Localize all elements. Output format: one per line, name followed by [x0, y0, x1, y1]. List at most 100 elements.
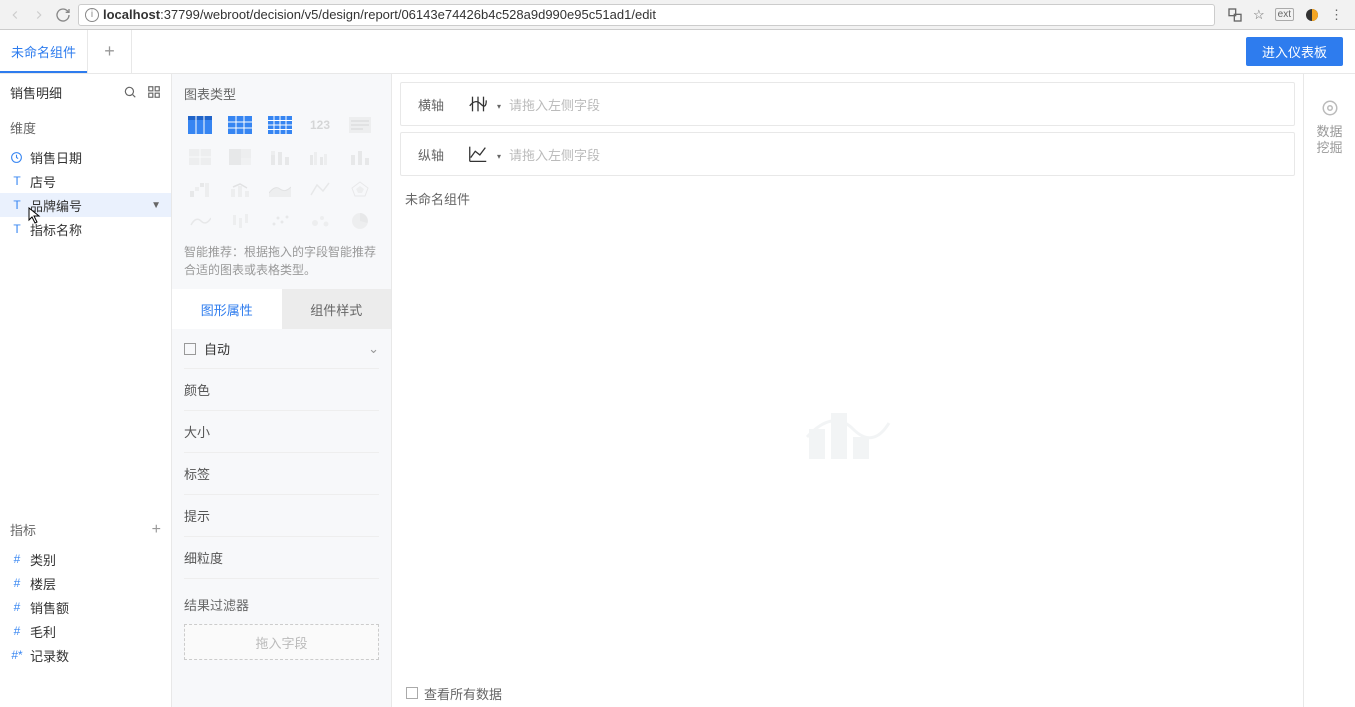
nav-forward-icon[interactable] [30, 6, 48, 24]
metric-field-row[interactable]: # 毛利 [0, 619, 171, 643]
mining-icon [1320, 98, 1340, 118]
metric-field-row[interactable]: # 楼层 [0, 571, 171, 595]
chart-type-bar-icon[interactable] [344, 145, 376, 169]
bookmark-star-icon[interactable]: ☆ [1253, 7, 1265, 23]
x-axis-drop-hint: 请拖入左侧字段 [495, 95, 1294, 114]
extension-icon[interactable]: ext [1275, 8, 1294, 21]
result-filter-dropzone[interactable]: 拖入字段 [184, 624, 379, 660]
field-label: 店号 [30, 172, 56, 191]
number-type-icon: # [10, 576, 24, 590]
chart-type-radar-icon[interactable] [344, 177, 376, 201]
dim-field-row[interactable]: T 指标名称 [0, 217, 171, 241]
chart-type-multi-bar-icon[interactable] [304, 145, 336, 169]
tab-component-style[interactable]: 组件样式 [282, 289, 392, 329]
prop-tooltip[interactable]: 提示 [184, 495, 379, 537]
field-label: 毛利 [30, 622, 56, 641]
metric-section-header: 指标 + [0, 512, 171, 547]
chart-type-hint: 智能推荐：根据拖入的字段智能推荐合适的图表或表格类型。 [172, 233, 391, 289]
chart-type-text-icon[interactable] [344, 113, 376, 137]
field-dropdown-caret-icon[interactable]: ▼ [151, 200, 161, 211]
field-label: 类别 [30, 550, 56, 569]
mining-label: 数据 挖掘 [1316, 124, 1342, 155]
axis-dropdown-caret-icon: ▾ [497, 152, 501, 161]
component-tab[interactable]: 未命名组件 [0, 30, 88, 73]
search-icon[interactable] [123, 85, 137, 99]
field-label: 楼层 [30, 574, 56, 593]
enter-dashboard-button[interactable]: 进入仪表板 [1246, 37, 1343, 66]
field-label: 指标名称 [30, 220, 82, 239]
field-label: 记录数 [30, 646, 69, 665]
metric-section-label: 指标 [10, 520, 36, 539]
chart-type-combo-icon[interactable] [224, 177, 256, 201]
canvas-title[interactable]: 未命名组件 [401, 183, 1294, 214]
chart-type-range-bar-icon[interactable] [224, 209, 256, 233]
table-name: 销售明细 [10, 83, 62, 102]
number-type-icon: # [10, 624, 24, 638]
chart-type-waterfall-icon[interactable] [184, 177, 216, 201]
count-type-icon: #* [10, 648, 24, 662]
empty-chart-placeholder-icon [803, 399, 893, 463]
reload-icon[interactable] [54, 6, 72, 24]
translate-icon[interactable] [1227, 7, 1243, 23]
add-tab-button[interactable]: + [88, 30, 132, 73]
y-axis-label: 纵轴 [401, 145, 461, 164]
y-axis-shelf[interactable]: 纵轴 ▾ 请拖入左侧字段 [400, 132, 1295, 176]
component-tab-label: 未命名组件 [11, 42, 76, 61]
chart-type-line-icon[interactable] [184, 209, 216, 233]
clock-icon [10, 151, 24, 164]
fields-panel: 销售明细 维度 销售日期 T 店号 T 品牌编号 ▼ [0, 74, 172, 707]
chart-type-list-table-icon[interactable] [264, 113, 296, 137]
result-filter-title: 结果过滤器 [172, 579, 391, 624]
chart-type-stacked-bar-icon[interactable] [264, 145, 296, 169]
prop-label[interactable]: 标签 [184, 453, 379, 495]
canvas-area: 横轴 ▾ 请拖入左侧字段 纵轴 ▾ 请拖入左侧字段 未命名组件 查看所有数据 [392, 74, 1303, 707]
x-axis-shelf[interactable]: 横轴 ▾ 请拖入左侧字段 [400, 82, 1295, 126]
chart-type-kpi-icon[interactable]: 123 [304, 113, 336, 137]
chart-type-grid: 123 [172, 113, 391, 233]
site-info-icon[interactable]: i [85, 8, 99, 22]
chart-type-pie-icon[interactable] [344, 209, 376, 233]
prop-size[interactable]: 大小 [184, 411, 379, 453]
chart-type-group-table-icon[interactable] [184, 113, 216, 137]
chart-type-area-icon[interactable] [264, 177, 296, 201]
y-axis-metric-icon[interactable]: ▾ [461, 143, 495, 165]
nav-back-icon[interactable] [6, 6, 24, 24]
prop-color[interactable]: 颜色 [184, 369, 379, 411]
text-type-icon: T [10, 198, 24, 212]
prop-granularity[interactable]: 细粒度 [184, 537, 379, 579]
field-label: 品牌编号 [30, 196, 82, 215]
grid-icon[interactable] [147, 85, 161, 99]
x-axis-metric-icon[interactable]: ▾ [461, 93, 495, 115]
metric-field-row[interactable]: # 类别 [0, 547, 171, 571]
orb-icon[interactable] [1304, 7, 1320, 23]
checkbox-icon[interactable] [406, 687, 418, 699]
chart-type-treemap-icon[interactable] [224, 145, 256, 169]
number-type-icon: # [10, 552, 24, 566]
chrome-menu-icon[interactable]: ⋮ [1330, 7, 1343, 23]
dim-field-row[interactable]: T 品牌编号 ▼ [0, 193, 171, 217]
dim-field-row[interactable]: 销售日期 [0, 145, 171, 169]
metric-field-row[interactable]: #销售额 [0, 595, 171, 619]
url-path: :37799/webroot/decision/v5/design/report… [160, 7, 656, 22]
url-host: localhost [103, 7, 160, 22]
shape-select[interactable]: 自动 ⌄ [184, 329, 379, 369]
metric-field-row[interactable]: #* 记录数 [0, 643, 171, 667]
data-mining-panel[interactable]: 数据 挖掘 [1303, 74, 1355, 707]
show-all-data-row[interactable]: 查看所有数据 [400, 679, 1295, 707]
dim-field-row[interactable]: T 店号 [0, 169, 171, 193]
axis-dropdown-caret-icon: ▾ [497, 102, 501, 111]
chart-type-scatter-icon[interactable] [264, 209, 296, 233]
chart-type-line-peak-icon[interactable] [304, 177, 336, 201]
tab-bar: 未命名组件 + 进入仪表板 [0, 30, 1355, 74]
text-type-icon: T [10, 174, 24, 188]
square-icon [184, 343, 196, 355]
chart-type-cross-table-icon[interactable] [224, 113, 256, 137]
chart-type-title: 图表类型 [172, 74, 391, 113]
chevron-down-icon: ⌄ [368, 341, 379, 357]
chart-type-bubble-icon[interactable] [304, 209, 336, 233]
tab-graphic-props[interactable]: 图形属性 [172, 289, 282, 329]
chart-type-partition-icon[interactable] [184, 145, 216, 169]
text-type-icon: T [10, 222, 24, 236]
address-bar[interactable]: i localhost:37799/webroot/decision/v5/de… [78, 4, 1215, 26]
add-metric-button[interactable]: + [152, 521, 161, 539]
